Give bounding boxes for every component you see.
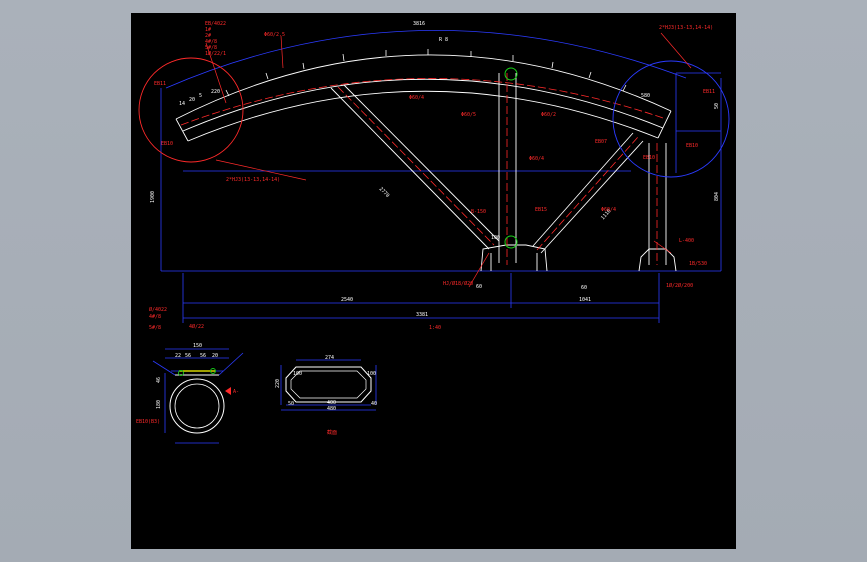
left-offset-dims: 14 20 5 220 [179, 89, 220, 107]
svg-text:22: 22 [175, 353, 181, 359]
svg-text:L-400: L-400 [679, 238, 694, 244]
dim-right-height: 804 [714, 192, 720, 201]
svg-text:56: 56 [200, 353, 206, 359]
svg-text:150: 150 [193, 343, 202, 349]
top-left-notes: EB/4022 1# 2# 4#/8 5#/8 1Ø/22/1 [205, 21, 226, 57]
callout-left-top[interactable]: EB11 [154, 81, 166, 87]
weld-note-right: 2*HJ3(13-13,14-14) [659, 25, 713, 31]
svg-text:1Ø/2Ø/200: 1Ø/2Ø/200 [666, 282, 693, 289]
svg-text:100: 100 [293, 371, 302, 377]
dim-bottom-right: 1041 [579, 297, 591, 303]
svg-text:180: 180 [156, 400, 162, 409]
dim-arc-radius: R 8 [439, 37, 448, 43]
svg-text:100: 100 [367, 371, 376, 377]
dim-bottom-left: 2540 [341, 297, 353, 303]
drawing-scale: 1:40 [429, 325, 441, 331]
dim-total-height: 1900 [150, 191, 156, 203]
leader-lines [205, 32, 692, 288]
svg-text:Φ60/2: Φ60/2 [541, 112, 556, 118]
svg-text:56: 56 [185, 353, 191, 359]
svg-text:4Ø/22: 4Ø/22 [189, 323, 204, 330]
dim-center-post: 100 [491, 235, 500, 241]
svg-text:1B/530: 1B/530 [689, 261, 707, 267]
pipe-section [152, 348, 244, 444]
svg-text:1Ø/22/1: 1Ø/22/1 [205, 50, 226, 57]
cad-viewport[interactable]: 3816 1900 804 50 2540 1041 3381 2770 111… [0, 0, 867, 562]
svg-text:5#/8: 5#/8 [149, 325, 161, 331]
svg-text:B-150: B-150 [471, 209, 486, 215]
mid-left-notes: Φ60/2.5 Φ60/4 [264, 32, 424, 101]
svg-text:EB10(B3): EB10(B3) [136, 419, 160, 425]
dim-right-offset: 580 [641, 93, 650, 99]
svg-text:截面: 截面 [327, 429, 337, 436]
right-detail-circle[interactable] [612, 60, 730, 178]
svg-text:Φ60/5: Φ60/5 [461, 112, 476, 118]
svg-text:Φ60/4: Φ60/4 [529, 156, 544, 162]
left-detail-circle[interactable] [138, 57, 244, 163]
svg-text:46: 46 [156, 377, 162, 383]
svg-text:Φ60/4: Φ60/4 [409, 95, 424, 101]
svg-text:A-: A- [233, 389, 239, 395]
svg-text:HJ/Ø18/Ø20: HJ/Ø18/Ø20 [443, 280, 473, 287]
center-notes: Φ60/5 Φ60/2 Φ60/4 EB15 [461, 112, 556, 213]
callout-right-bottom[interactable]: EB10 [686, 143, 698, 149]
svg-text:220: 220 [275, 379, 281, 388]
svg-text:50: 50 [288, 401, 294, 407]
svg-text:220: 220 [211, 89, 220, 95]
svg-text:274: 274 [325, 355, 334, 361]
svg-text:EB07: EB07 [595, 139, 607, 145]
svg-text:4#/8: 4#/8 [149, 314, 161, 320]
dim-left-diagonal: 2770 [378, 186, 391, 199]
svg-text:Φ60/2.5: Φ60/2.5 [264, 32, 285, 38]
svg-text:5: 5 [199, 93, 202, 99]
dim-left-foot-angle: 60 [476, 284, 482, 290]
svg-text:480: 480 [327, 406, 336, 412]
drawing-sheet[interactable]: 3816 1900 804 50 2540 1041 3381 2770 111… [131, 13, 736, 549]
svg-text:EB10: EB10 [643, 155, 655, 161]
svg-text:Ø/4022: Ø/4022 [149, 306, 167, 313]
svg-text:Φ60/4: Φ60/4 [601, 207, 616, 213]
svg-text:20: 20 [212, 353, 218, 359]
svg-text:40: 40 [371, 401, 377, 407]
dim-arc-length: 3816 [413, 21, 425, 27]
truss-drawing: 3816 1900 804 50 2540 1041 3381 2770 111… [136, 21, 730, 444]
svg-text:20: 20 [189, 97, 195, 103]
arch-structure [175, 54, 677, 272]
callout-left-bottom[interactable]: EB10 [161, 141, 173, 147]
weld-note-left: 2*HJ3(13-13,14-14) [226, 177, 280, 183]
callout-right-top[interactable]: EB11 [703, 89, 715, 95]
svg-text:EB15: EB15 [535, 207, 547, 213]
dim-right-foot-angle: 60 [581, 285, 587, 291]
svg-text:14: 14 [179, 101, 185, 107]
dim-right-rise: 50 [714, 103, 720, 109]
center-lines [180, 73, 667, 265]
right-notes: EB07 Φ60/4 EB10 [595, 139, 655, 213]
dim-bottom-total: 3381 [416, 312, 428, 318]
